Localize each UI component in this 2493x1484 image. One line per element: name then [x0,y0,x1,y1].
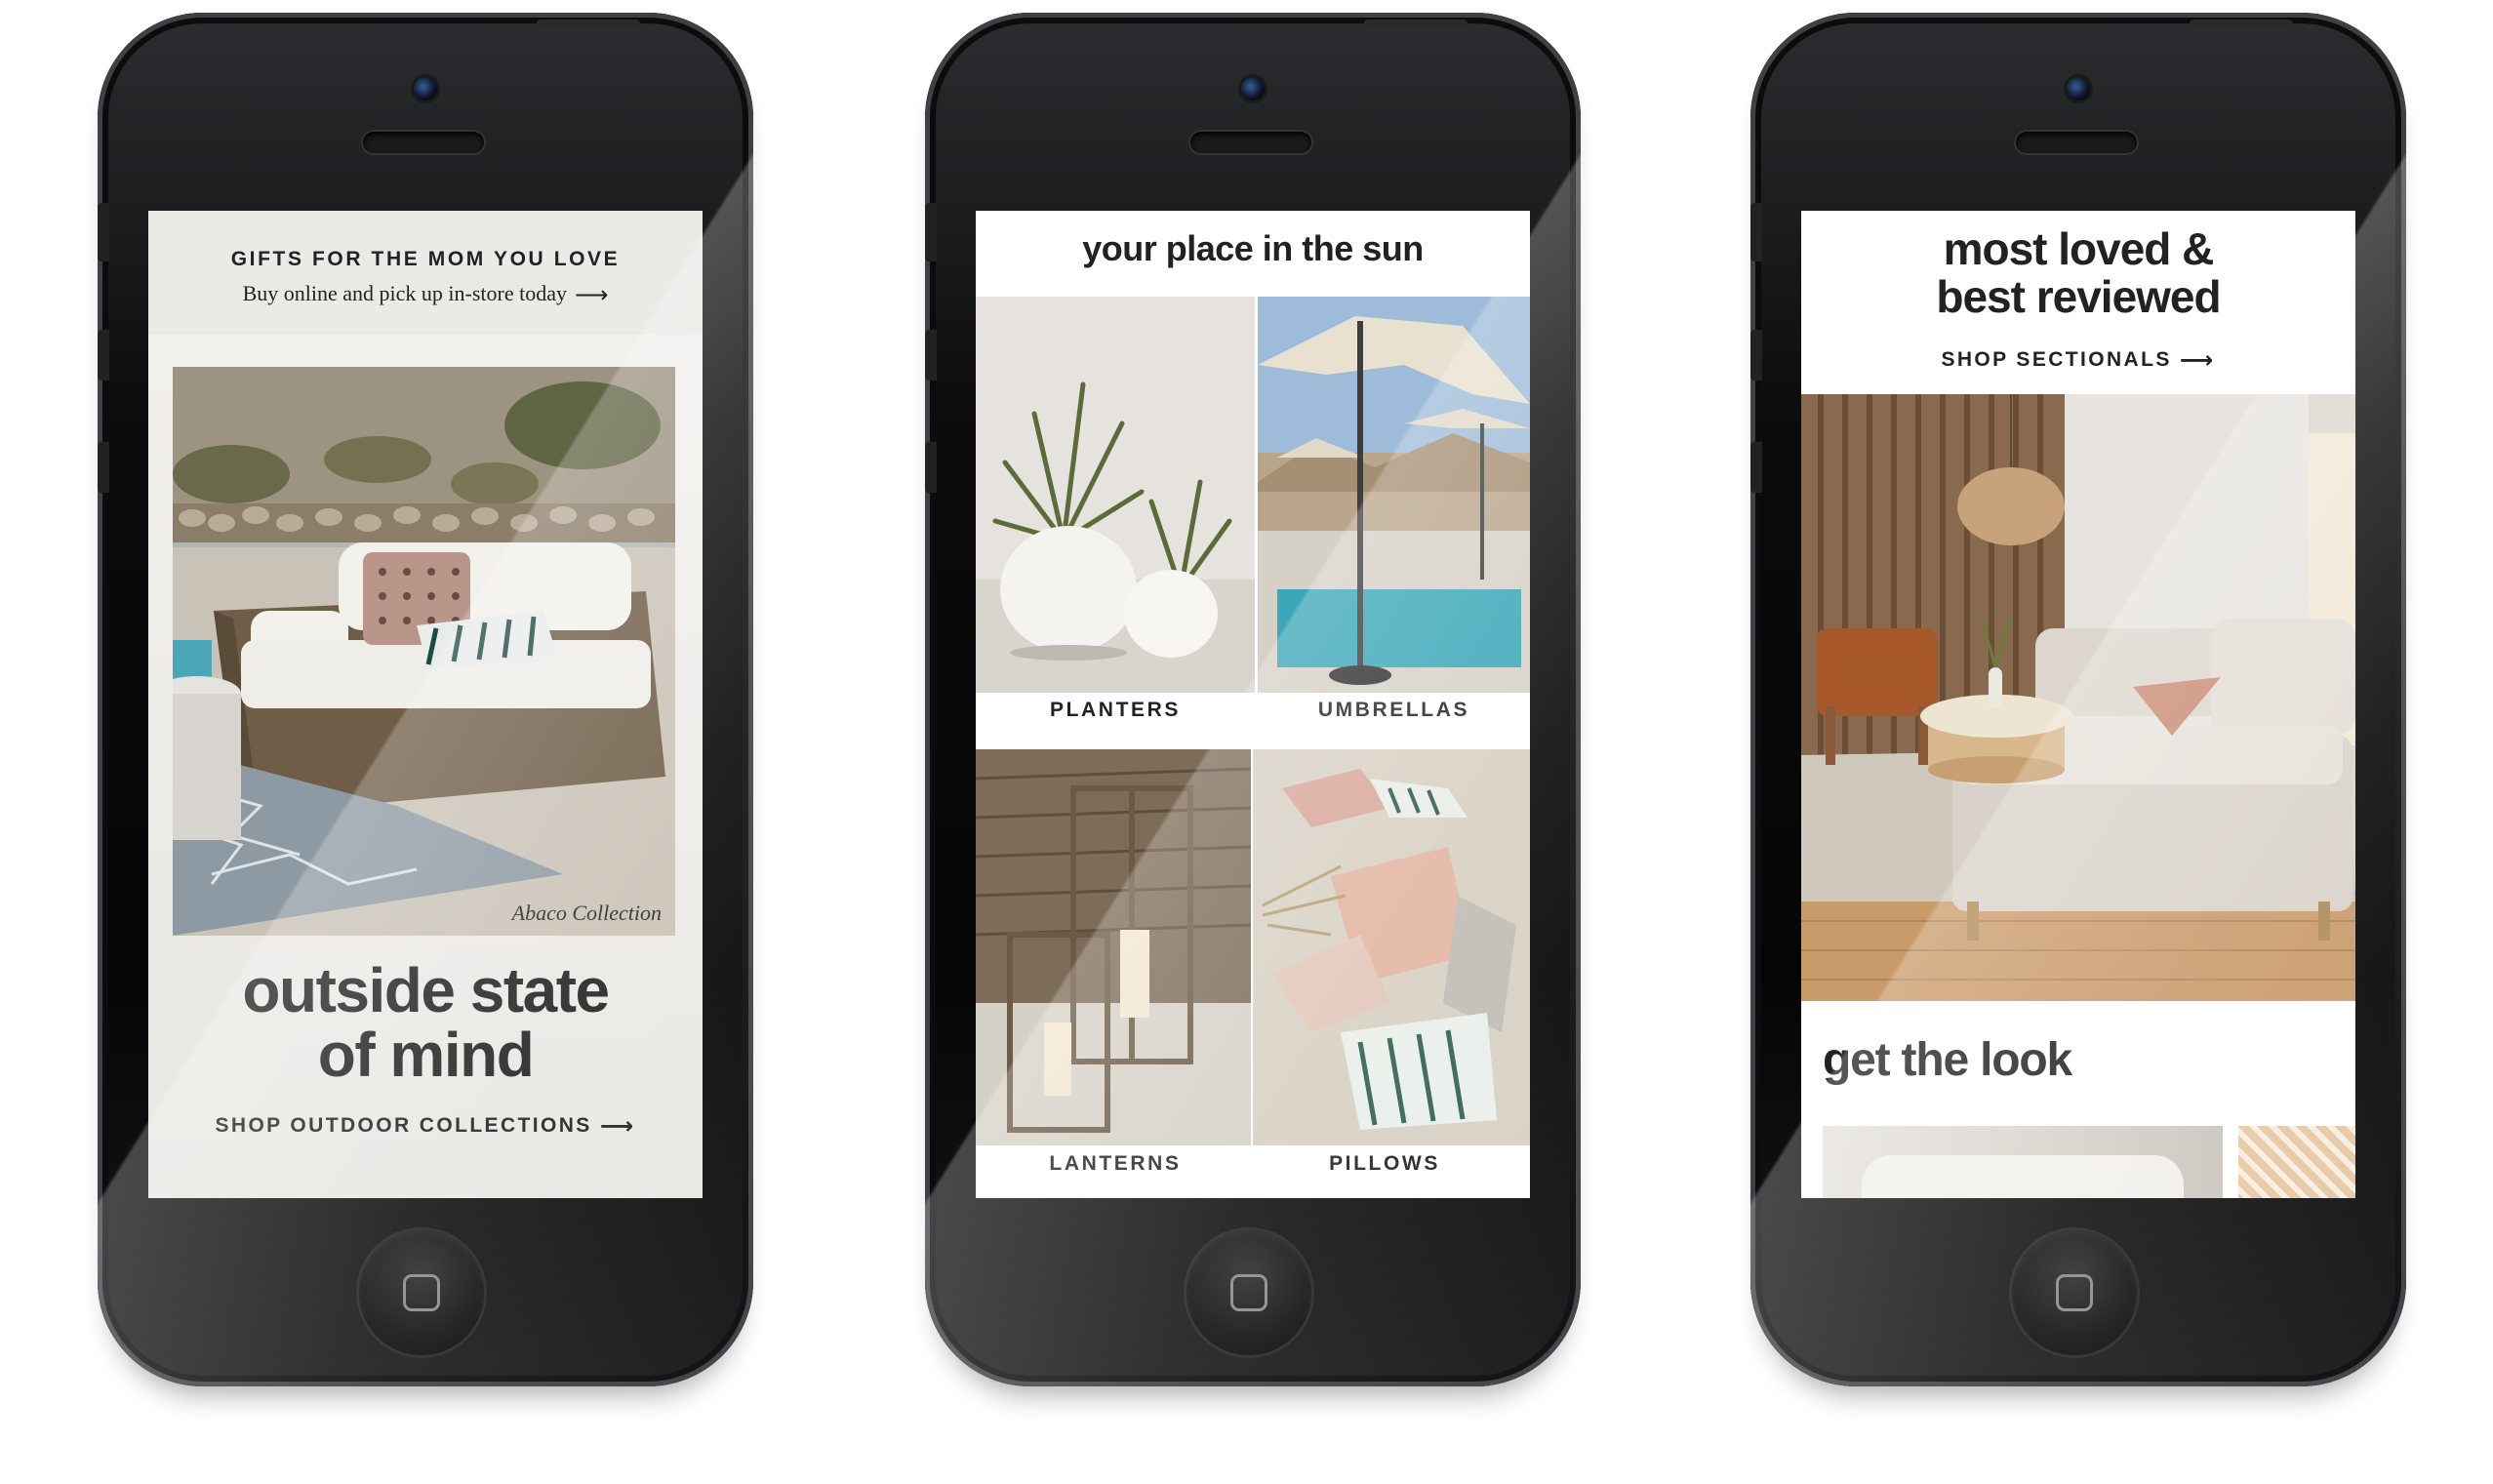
mute-switch [1750,203,1762,261]
promo-eyebrow: GIFTS FOR THE MOM YOU LOVE [230,248,621,270]
photo-caption: Abaco Collection [511,901,662,925]
email-screen-sectionals[interactable]: most loved & best reviewed SHOP SECTIONA… [1801,211,2355,1198]
home-button[interactable] [1186,1230,1311,1355]
volume-down-button [98,442,109,493]
home-button-icon [403,1274,440,1311]
pillows-image [1253,749,1530,1145]
shop-outdoor-label[interactable]: SHOP OUTDOOR COLLECTIONS [215,1114,591,1137]
hero-section: Abaco Collection outside state of mind S… [148,335,703,1198]
earpiece-speaker [1190,132,1311,153]
mute-switch [98,203,109,261]
planters-image [976,297,1255,693]
earpiece-speaker [363,132,484,153]
category-tile-pillows[interactable]: PILLOWS [1253,749,1530,1198]
front-camera [414,77,437,100]
power-button [537,20,640,28]
get-the-look-heading: get the look [1823,1034,2072,1086]
long-right-arrow-icon: ⟶ [574,281,609,308]
phone-mockup-1: GIFTS FOR THE MOM YOU LOVE Buy online an… [98,13,753,1386]
shop-outdoor-link[interactable]: SHOP OUTDOOR COLLECTIONS ⟶ [148,1114,703,1138]
umbrellas-image [1258,297,1530,693]
volume-up-button [98,330,109,381]
front-camera [1241,77,1265,100]
shop-sectionals-label[interactable]: SHOP SECTIONALS [1941,348,2171,371]
category-label-pillows[interactable]: PILLOWS [1253,1152,1516,1176]
category-tile-umbrellas[interactable]: UMBRELLAS [1258,297,1530,728]
section-title-line-2: best reviewed [1936,271,2221,322]
volume-up-button [1750,330,1762,381]
earpiece-speaker [2016,132,2137,153]
hero-headline-line-2: of mind [317,1020,535,1090]
living-room-photo[interactable] [1801,394,2355,1001]
front-camera [2067,77,2090,100]
pickup-text[interactable]: Buy online and pick up in-store today [243,281,567,305]
volume-up-button [925,330,937,381]
outdoor-sofa-photo[interactable]: Abaco Collection [173,367,675,936]
email-screen-categories[interactable]: your place in the sun PLANTERS UMBRELLAS… [976,211,1530,1198]
power-button [2190,20,2293,28]
section-title: your place in the sun [1082,228,1424,268]
shop-sectionals-link[interactable]: SHOP SECTIONALS ⟶ [1801,348,2355,372]
product-thumbnail-1[interactable] [1823,1126,2223,1198]
volume-down-button [925,442,937,493]
volume-down-button [1750,442,1762,493]
home-button-icon [1230,1274,1267,1311]
lanterns-image [976,749,1251,1145]
mute-switch [925,203,937,261]
long-right-arrow-icon: ⟶ [2179,346,2216,374]
home-button-icon [2056,1274,2093,1311]
home-button[interactable] [2012,1230,2137,1355]
long-right-arrow-icon: ⟶ [599,1112,636,1140]
email-screen-outdoor[interactable]: GIFTS FOR THE MOM YOU LOVE Buy online an… [148,211,703,1198]
category-label-planters[interactable]: PLANTERS [976,699,1255,722]
phone-mockup-2: your place in the sun PLANTERS UMBRELLAS… [925,13,1581,1386]
category-tile-planters[interactable]: PLANTERS [976,297,1255,728]
hero-headline-line-1: outside state [242,955,610,1025]
category-label-umbrellas[interactable]: UMBRELLAS [1258,699,1530,722]
category-label-lanterns[interactable]: LANTERNS [976,1152,1251,1176]
power-button [1364,20,1468,28]
promo-subline[interactable]: Buy online and pick up in-store today ⟶ [148,281,703,306]
product-thumbnail-2[interactable] [2238,1126,2355,1198]
sectional-scene-image [1801,394,2355,1001]
section-title-line-1: most loved & [1943,223,2215,274]
home-button[interactable] [359,1230,484,1355]
pillow-shape [1862,1155,2184,1198]
patio-scene-image [173,367,675,936]
phone-mockup-3: most loved & best reviewed SHOP SECTIONA… [1750,13,2406,1386]
promo-banner[interactable]: GIFTS FOR THE MOM YOU LOVE Buy online an… [148,211,703,335]
category-tile-lanterns[interactable]: LANTERNS [976,749,1251,1198]
